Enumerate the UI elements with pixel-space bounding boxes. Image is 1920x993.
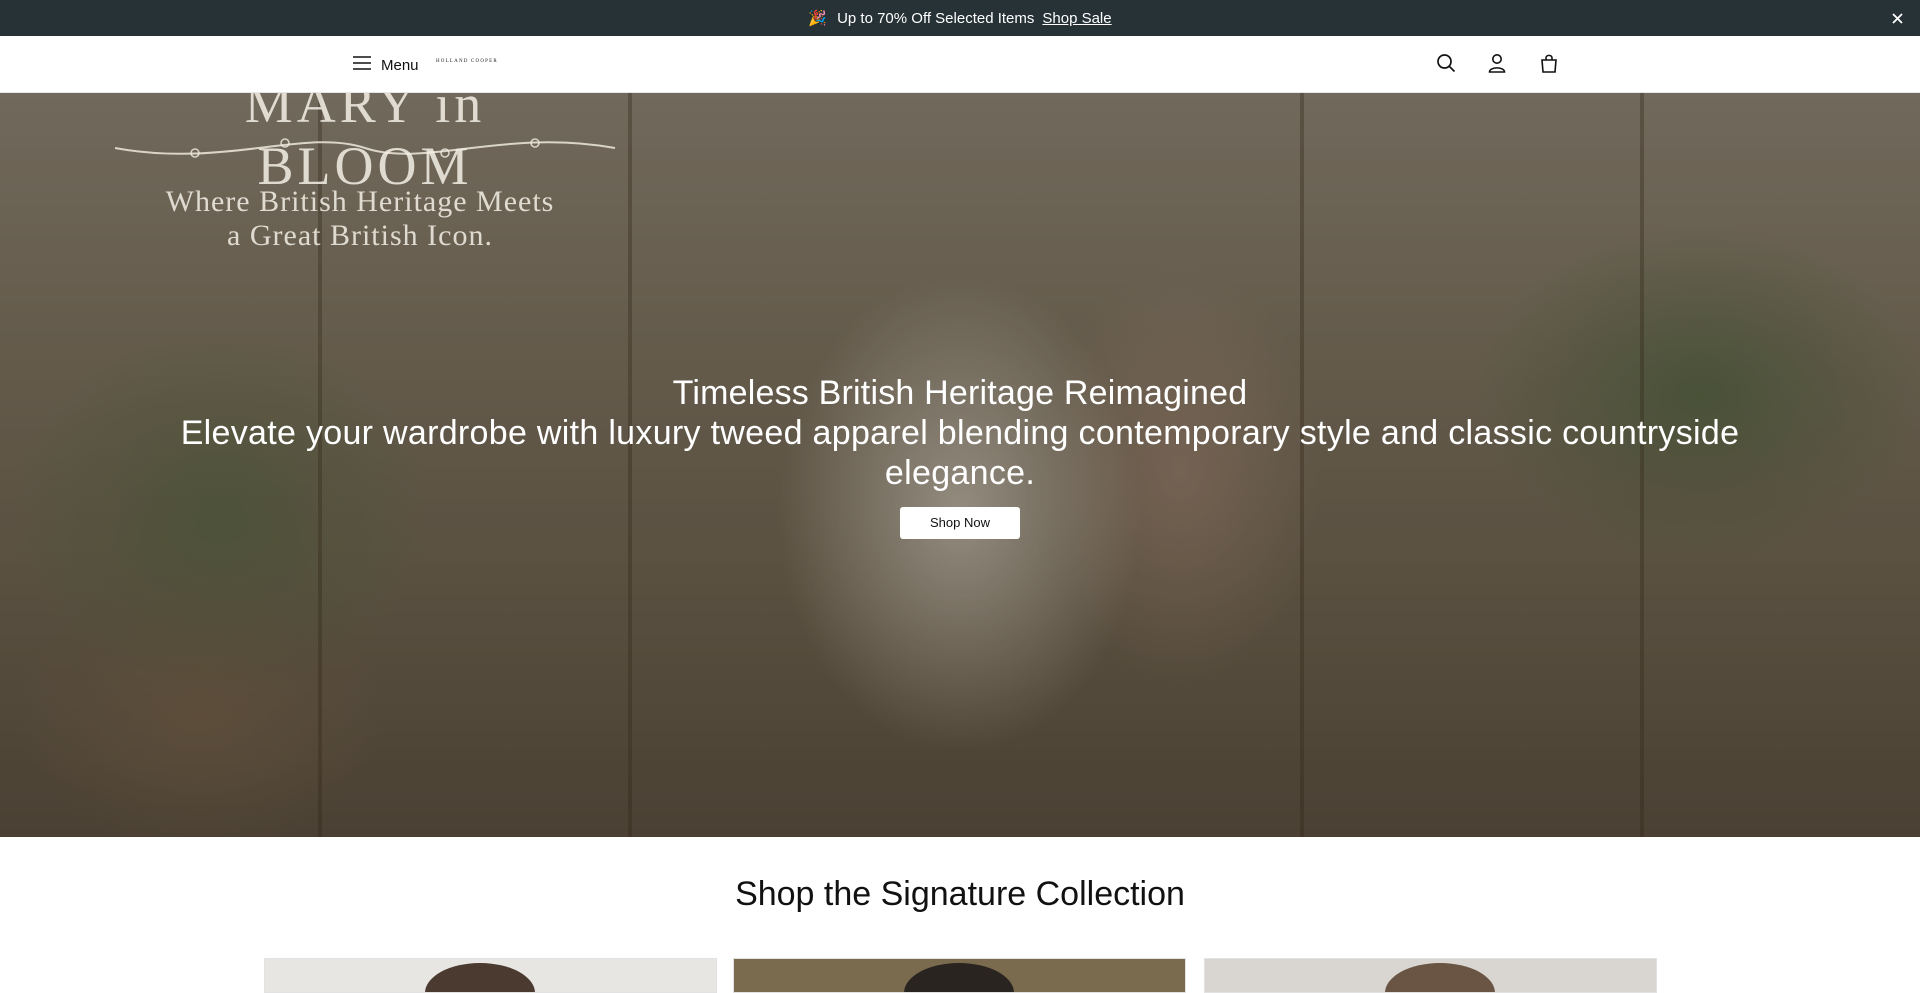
party-popper-icon: 🎉 bbox=[808, 10, 828, 27]
search-icon bbox=[1436, 53, 1456, 78]
brand-logo[interactable]: HOLLAND COOPER bbox=[436, 59, 498, 64]
hero-title: Timeless British Heritage Reimagined bbox=[672, 374, 1248, 412]
shop-sale-link[interactable]: Shop Sale bbox=[1042, 10, 1111, 27]
close-icon[interactable] bbox=[1888, 9, 1906, 27]
collection-grid bbox=[264, 958, 1657, 993]
hero-banner: MARY in BLOOM Where British Heritage Mee… bbox=[0, 93, 1920, 837]
collection-tile[interactable] bbox=[264, 958, 717, 993]
menu-button[interactable]: Menu bbox=[353, 50, 419, 80]
hero-subtitle: Elevate your wardrobe with luxury tweed … bbox=[180, 414, 1740, 492]
model-photo bbox=[1385, 963, 1495, 992]
model-photo bbox=[425, 963, 535, 992]
collection-tile[interactable] bbox=[733, 958, 1186, 993]
hamburger-icon bbox=[353, 56, 371, 74]
bag-icon bbox=[1540, 53, 1558, 78]
menu-label: Menu bbox=[381, 56, 419, 74]
site-header: Menu HOLLAND COOPER bbox=[0, 36, 1920, 93]
hero-content: Timeless British Heritage Reimagined Ele… bbox=[0, 373, 1920, 539]
vine-ornament bbox=[114, 138, 616, 158]
account-button[interactable] bbox=[1485, 53, 1509, 77]
model-photo bbox=[904, 963, 1014, 992]
collection-tile[interactable] bbox=[1204, 958, 1657, 993]
bag-button[interactable] bbox=[1537, 53, 1561, 77]
hero-sign-line2: a Great British Icon. bbox=[227, 219, 493, 252]
shop-now-button[interactable]: Shop Now bbox=[900, 507, 1020, 539]
account-icon bbox=[1488, 53, 1506, 78]
search-button[interactable] bbox=[1434, 53, 1458, 77]
hero-sign-line1: Where British Heritage Meets bbox=[165, 185, 555, 218]
announcement-text: Up to 70% Off Selected Items bbox=[837, 9, 1035, 27]
collection-title: Shop the Signature Collection bbox=[735, 875, 1185, 913]
announcement-bar: 🎉 Up to 70% Off Selected Items Shop Sale bbox=[0, 0, 1920, 36]
